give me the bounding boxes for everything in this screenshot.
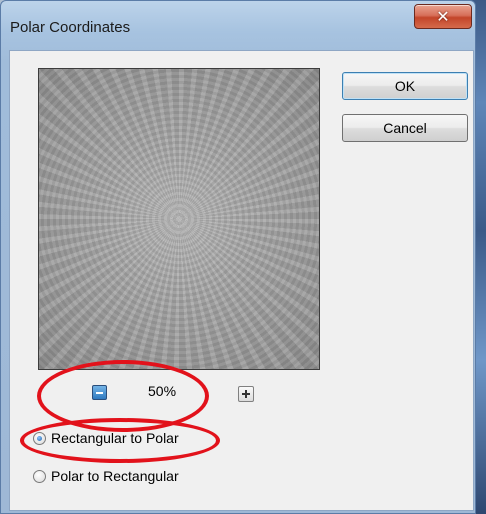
- radio-rectangular-to-polar[interactable]: [33, 431, 46, 445]
- filter-preview-image[interactable]: [38, 68, 320, 370]
- zoom-level: 50%: [148, 383, 177, 399]
- option-rectangular-to-polar[interactable]: Rectangular to Polar: [33, 430, 179, 446]
- close-button[interactable]: ✕: [414, 4, 472, 29]
- ok-button[interactable]: OK: [342, 72, 468, 100]
- option-label: Polar to Rectangular: [51, 468, 179, 484]
- zoom-out-icon[interactable]: [92, 385, 107, 400]
- zoom-in-icon[interactable]: [238, 386, 254, 402]
- close-icon: ✕: [436, 7, 450, 26]
- option-polar-to-rectangular[interactable]: Polar to Rectangular: [33, 468, 179, 484]
- option-label: Rectangular to Polar: [51, 430, 179, 446]
- radio-polar-to-rectangular[interactable]: [33, 469, 46, 483]
- dialog-title: Polar Coordinates: [10, 19, 131, 36]
- cancel-button[interactable]: Cancel: [342, 114, 468, 142]
